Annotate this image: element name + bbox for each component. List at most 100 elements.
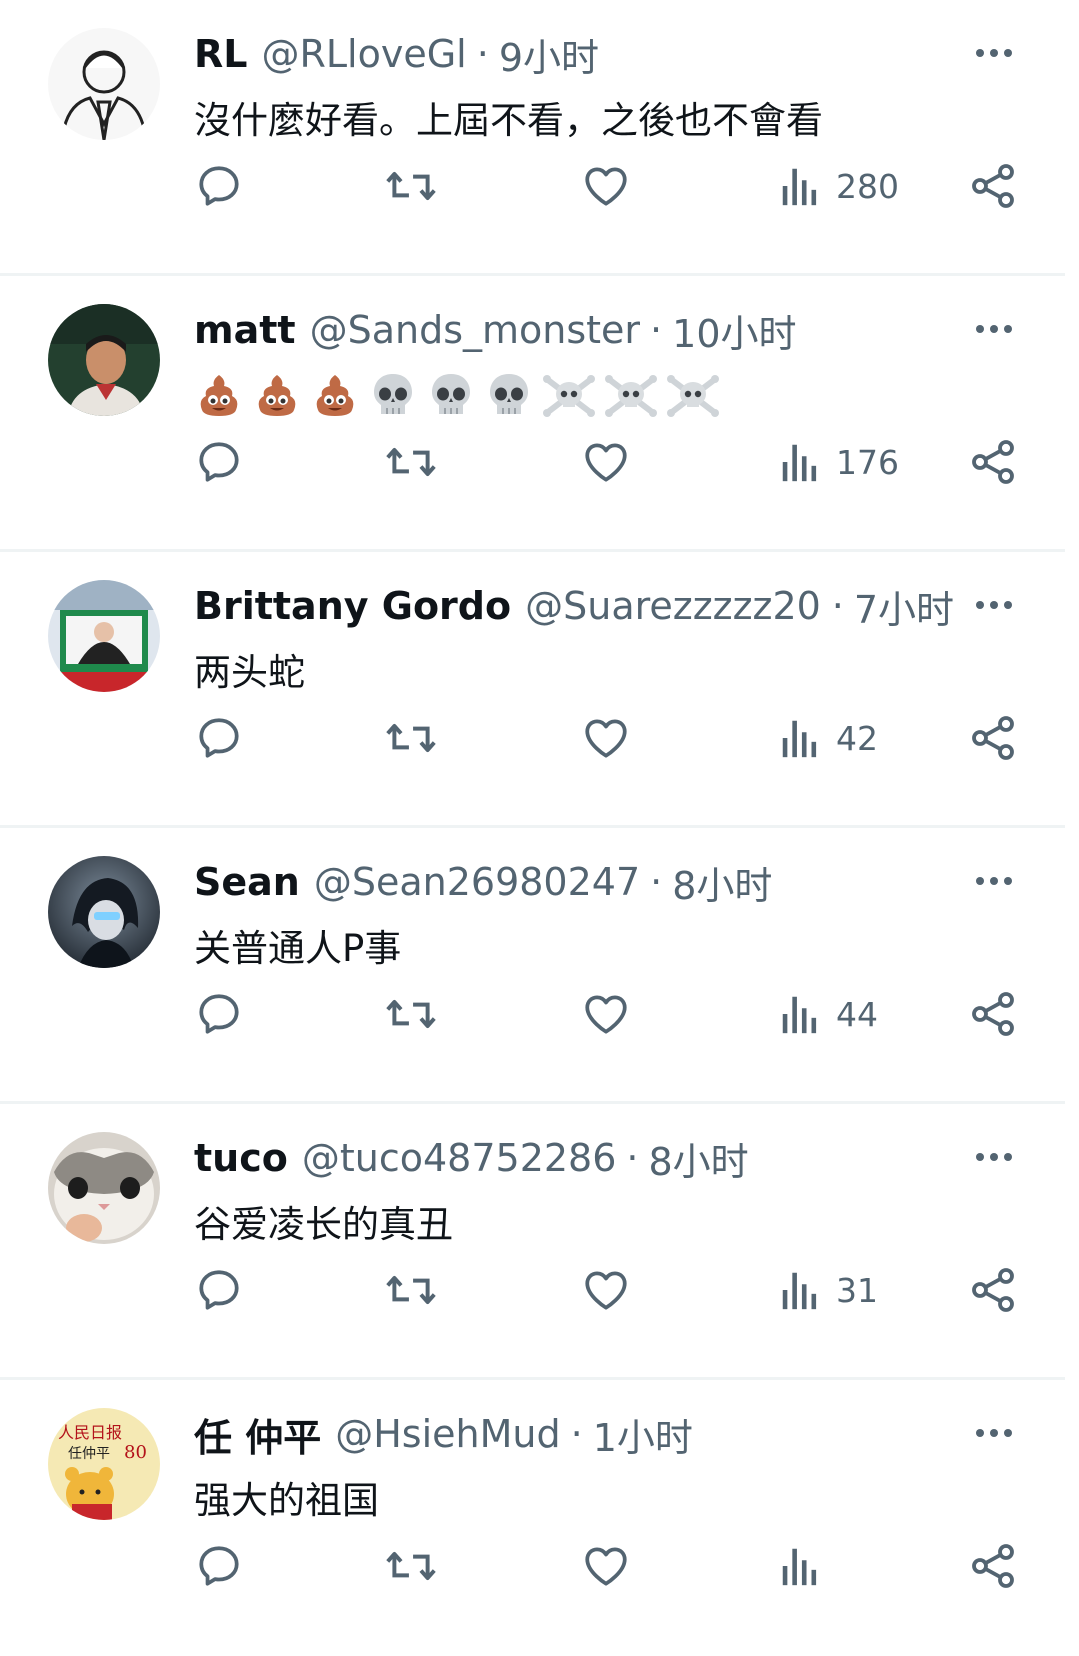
share-icon[interactable] [970,158,1018,214]
reply-item[interactable]: matt @Sands_monster · 10小时 176 [0,276,1079,552]
reply-icon[interactable] [194,1262,244,1318]
views-button[interactable]: 176 [780,434,899,490]
avatar[interactable] [48,580,160,692]
timestamp[interactable]: 7小时 [854,580,954,632]
reply-text: 谷爱凌长的真丑 [194,1203,453,1246]
separator-dot: · [626,1136,639,1180]
action-bar: 31 [0,1262,1079,1322]
like-icon[interactable] [581,1538,631,1594]
reply-icon[interactable] [194,434,244,490]
reply-text: 两头蛇 [194,651,305,694]
retweet-icon[interactable] [384,158,438,214]
action-bar: 280 [0,158,1079,218]
svg-text:人民日报: 人民日报 [58,1423,122,1442]
separator-dot: · [476,32,489,76]
avatar[interactable] [48,28,160,140]
like-icon[interactable] [581,158,631,214]
views-count: 176 [836,442,899,482]
avatar[interactable] [48,1132,160,1244]
skull-crossbones-emoji-icon [542,370,596,424]
views-icon [782,996,817,1034]
reply-text: 强大的祖国 [194,1479,379,1522]
display-name[interactable]: 任 仲平 [194,1408,321,1460]
poop-emoji-icon [194,370,244,424]
display-name[interactable]: Brittany Gordo [194,584,511,628]
views-button[interactable]: 44 [780,986,878,1042]
reply-icon[interactable] [194,158,244,214]
reply-item[interactable]: Sean @Sean26980247 · 8小时 关普通人P事 44 [0,828,1079,1104]
more-options-icon[interactable] [972,1142,1016,1172]
separator-dot: · [570,1412,583,1456]
action-bar: 44 [0,986,1079,1046]
reply-text: 沒什麼好看。上屆不看，之後也不會看 [194,99,823,142]
poop-emoji-icon [252,370,302,424]
views-button[interactable]: 31 [780,1262,878,1318]
more-options-icon[interactable] [972,314,1016,344]
user-handle[interactable]: @Sean26980247 [314,860,640,904]
emoji-row [194,370,720,424]
retweet-icon[interactable] [384,1538,438,1594]
more-options-icon[interactable] [972,1418,1016,1448]
retweet-icon[interactable] [384,434,438,490]
display-name[interactable]: Sean [194,860,300,904]
skull-crossbones-emoji-icon [666,370,720,424]
timestamp[interactable]: 8小时 [649,1132,749,1184]
share-icon[interactable] [970,1538,1018,1594]
avatar[interactable] [48,856,160,968]
skull-emoji-icon [426,370,476,424]
share-icon[interactable] [970,434,1018,490]
reply-item[interactable]: Brittany Gordo @Suarezzzzz20: · 7小时 两头蛇 … [0,552,1079,828]
separator-dot: · [650,860,663,904]
share-icon[interactable] [970,1262,1018,1318]
like-icon[interactable] [581,986,631,1042]
timestamp[interactable]: 1小时 [593,1408,693,1460]
views-count: 44 [836,994,878,1034]
reply-item[interactable]: tuco @tuco48752286 · 8小时 谷爱凌长的真丑 31 [0,1104,1079,1380]
user-handle[interactable]: @tuco48752286 [302,1136,617,1180]
reply-text: 关普通人P事 [194,927,402,970]
retweet-icon[interactable] [384,710,438,766]
like-icon[interactable] [581,434,631,490]
views-icon [782,168,817,206]
more-options-icon[interactable] [972,590,1016,620]
reply-icon[interactable] [194,710,244,766]
avatar[interactable] [48,304,160,416]
timestamp[interactable]: 9小时 [499,28,599,80]
user-handle[interactable]: @Suarezzzzz20: [525,584,822,628]
reply-item[interactable]: RL @RLloveGl · 9小时 沒什麼好看。上屆不看，之後也不會看 280 [0,0,1079,276]
retweet-icon[interactable] [384,1262,438,1318]
more-options-icon[interactable] [972,38,1016,68]
views-icon [782,1272,817,1310]
display-name[interactable]: RL [194,32,247,76]
views-button[interactable] [780,1538,836,1594]
views-count: 31 [836,1270,878,1310]
action-bar: 176 [0,434,1079,494]
views-count: 280 [836,166,899,206]
more-options-icon[interactable] [972,866,1016,896]
display-name[interactable]: tuco [194,1136,288,1180]
skull-crossbones-emoji-icon [604,370,658,424]
action-bar: 42 [0,710,1079,770]
retweet-icon[interactable] [384,986,438,1042]
separator-dot: · [650,308,663,352]
share-icon[interactable] [970,986,1018,1042]
display-name[interactable]: matt [194,308,296,352]
avatar[interactable]: 人民日报 任仲平 80 [48,1408,160,1520]
user-handle[interactable]: @Sands_monster [310,308,640,352]
reply-item[interactable]: 人民日报 任仲平 80 任 仲平 @HsiehMud · 1小时 强大的祖国 [0,1380,1079,1656]
views-button[interactable]: 42 [780,710,878,766]
timestamp[interactable]: 10小时 [672,304,796,356]
skull-emoji-icon [368,370,418,424]
reply-icon[interactable] [194,986,244,1042]
like-icon[interactable] [581,710,631,766]
reply-icon[interactable] [194,1538,244,1594]
like-icon[interactable] [581,1262,631,1318]
user-handle[interactable]: @RLloveGl [261,32,466,76]
views-button[interactable]: 280 [780,158,899,214]
svg-text:任仲平: 任仲平 [68,1446,110,1462]
share-icon[interactable] [970,710,1018,766]
user-handle[interactable]: @HsiehMud [335,1412,560,1456]
views-icon [782,444,817,482]
timestamp[interactable]: 8小时 [672,856,772,908]
separator-dot: · [831,584,844,628]
